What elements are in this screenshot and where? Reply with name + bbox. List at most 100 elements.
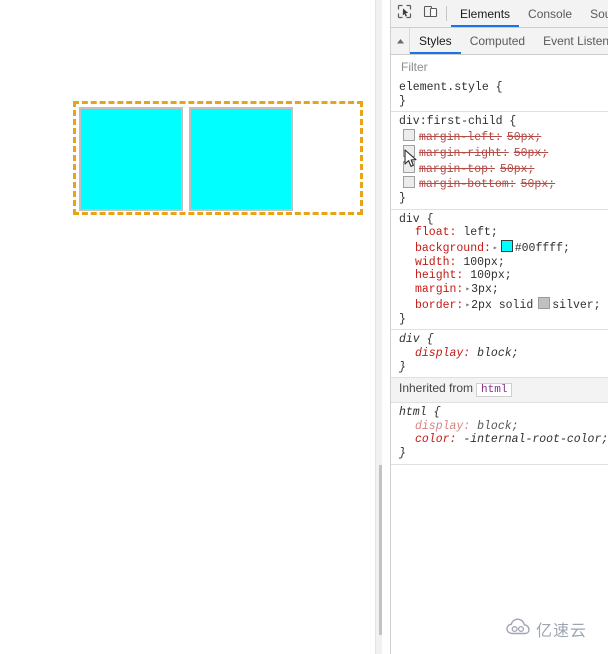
rule-close-brace: } — [399, 360, 406, 374]
chevron-up-icon — [396, 32, 405, 50]
device-toolbar-button[interactable] — [417, 0, 443, 27]
declaration-property: margin-bottom: — [419, 178, 516, 192]
color-swatch-cyan[interactable] — [500, 240, 513, 253]
declaration-property: color: — [415, 433, 457, 447]
declaration-display[interactable]: display: block; — [399, 420, 608, 434]
declaration-property: border: — [415, 298, 464, 312]
tab-elements[interactable]: Elements — [451, 0, 520, 27]
subtab-scroll-up-button[interactable] — [391, 28, 410, 54]
rule-div-user-agent[interactable]: div { display: block; } — [391, 330, 608, 379]
float-box-1[interactable] — [79, 107, 183, 211]
declaration-property: margin-right: — [419, 146, 509, 160]
rule-selector[interactable]: element.style { — [399, 81, 608, 95]
inspect-element-icon — [397, 4, 412, 24]
rule-close-brace: } — [399, 191, 406, 205]
rule-close-brace: } — [399, 94, 406, 108]
styles-sub-tabbar: Styles Computed Event Listener — [391, 28, 608, 55]
rule-selector[interactable]: div { — [399, 333, 608, 347]
rule-selector[interactable]: html { — [399, 406, 608, 420]
rule-div-first-child[interactable]: div:first-child { margin-left: 50px; marg… — [391, 112, 608, 210]
declaration-height[interactable]: height: 100px; — [399, 269, 608, 283]
declaration-property: height: — [415, 269, 464, 283]
device-toolbar-icon — [423, 4, 438, 24]
inherited-from-header: Inherited from html — [391, 378, 608, 404]
inherited-from-element[interactable]: html — [476, 383, 513, 398]
declaration-width[interactable]: width: 100px; — [399, 256, 608, 270]
declaration-background[interactable]: background: ▸ #00ffff; — [399, 240, 608, 256]
declaration-property: width: — [415, 255, 457, 269]
declaration-value[interactable]: -internal-root-color; — [463, 433, 608, 446]
float-box-2[interactable] — [189, 107, 293, 211]
dashed-float-container[interactable] — [73, 101, 363, 215]
declaration-property: display: — [415, 346, 471, 360]
declaration-value-color[interactable]: silver; — [552, 299, 600, 312]
declaration-property: display: — [415, 419, 471, 433]
css-rules-list[interactable]: element.style { } div:first-child { marg… — [391, 78, 608, 654]
rule-selector[interactable]: div { — [399, 213, 608, 227]
tab-console[interactable]: Console — [519, 0, 581, 27]
declaration-value[interactable]: 50px; — [521, 178, 556, 191]
inherited-from-label: Inherited from — [399, 381, 474, 396]
tab-sources-label: Sou — [590, 6, 608, 21]
declaration-float[interactable]: float: left; — [399, 226, 608, 240]
declaration-value[interactable]: 50px; — [514, 147, 549, 160]
panel-splitter[interactable] — [382, 0, 391, 654]
expand-triangle-icon[interactable]: ▸ — [465, 299, 470, 313]
declaration-value[interactable]: 100px; — [470, 269, 511, 282]
declaration-display[interactable]: display: block; — [399, 347, 608, 361]
rule-close-brace: } — [399, 447, 406, 461]
declaration-value[interactable]: #00ffff; — [515, 242, 570, 255]
tab-styles[interactable]: Styles — [410, 28, 461, 54]
rendered-page-pane — [0, 0, 391, 654]
cloud-logo-icon — [506, 617, 532, 641]
tab-console-label: Console — [528, 6, 573, 21]
expand-triangle-icon[interactable]: ▸ — [465, 283, 470, 297]
tab-elements-label: Elements — [460, 6, 511, 21]
color-swatch-silver[interactable] — [538, 296, 551, 309]
devtools-main-toolbar: Elements Console Sou — [391, 0, 608, 28]
declaration-margin-bottom[interactable]: margin-bottom: 50px; — [399, 176, 608, 192]
tab-computed[interactable]: Computed — [461, 28, 534, 54]
declaration-value[interactable]: 50px; — [500, 163, 535, 176]
declaration-margin-left[interactable]: margin-left: 50px; — [399, 129, 608, 145]
declaration-border[interactable]: border: ▸2px solid silver; — [399, 296, 608, 313]
declaration-value[interactable]: 100px; — [463, 256, 504, 269]
styles-filter-bar[interactable]: Filter — [391, 55, 608, 79]
rule-close-brace: } — [399, 312, 406, 326]
declaration-value[interactable]: block; — [477, 420, 518, 433]
rule-selector[interactable]: div:first-child { — [399, 115, 608, 129]
filter-input[interactable]: Filter — [401, 60, 428, 74]
declaration-value[interactable]: 2px solid — [471, 299, 533, 312]
devtools-panel: Elements Console Sou Styles C — [391, 0, 608, 654]
watermark: 亿速云 — [506, 617, 587, 641]
declaration-value[interactable]: 3px; — [471, 283, 499, 296]
rule-html-user-agent[interactable]: html { display: block; color: -internal-… — [391, 403, 608, 465]
rule-element-style[interactable]: element.style { } — [391, 78, 608, 113]
declaration-margin-right[interactable]: margin-right: 50px; — [399, 144, 608, 161]
declaration-value[interactable]: left; — [463, 226, 498, 239]
tab-event-listeners[interactable]: Event Listener — [534, 28, 608, 54]
declaration-property: margin-top: — [419, 162, 495, 176]
declaration-margin[interactable]: margin: ▸3px; — [399, 283, 608, 297]
inspect-element-button[interactable] — [391, 0, 417, 27]
declaration-property: float: — [415, 226, 457, 240]
declaration-checkbox[interactable] — [403, 176, 415, 189]
page-viewport — [0, 0, 382, 654]
tab-sources[interactable]: Sou — [581, 0, 608, 27]
declaration-property: margin-left: — [419, 131, 502, 145]
tab-computed-label: Computed — [469, 34, 526, 48]
tab-styles-label: Styles — [419, 34, 452, 48]
declaration-margin-top[interactable]: margin-top: 50px; — [399, 160, 608, 177]
expand-triangle-icon[interactable]: ▸ — [493, 242, 498, 256]
declaration-checkbox[interactable] — [403, 129, 415, 142]
rule-div-author[interactable]: div { float: left; background: ▸ #00ffff; … — [391, 209, 608, 331]
declaration-checkbox[interactable] — [403, 144, 415, 157]
declaration-value[interactable]: block; — [477, 347, 518, 360]
watermark-text: 亿速云 — [536, 621, 588, 640]
declaration-checkbox[interactable] — [403, 160, 415, 173]
declaration-property: background: — [415, 242, 491, 256]
declaration-value[interactable]: 50px; — [507, 131, 542, 144]
devtools-screenshot: Elements Console Sou Styles C — [0, 0, 608, 654]
declaration-color[interactable]: color: -internal-root-color; — [399, 433, 608, 447]
declaration-property: margin: — [415, 283, 464, 297]
